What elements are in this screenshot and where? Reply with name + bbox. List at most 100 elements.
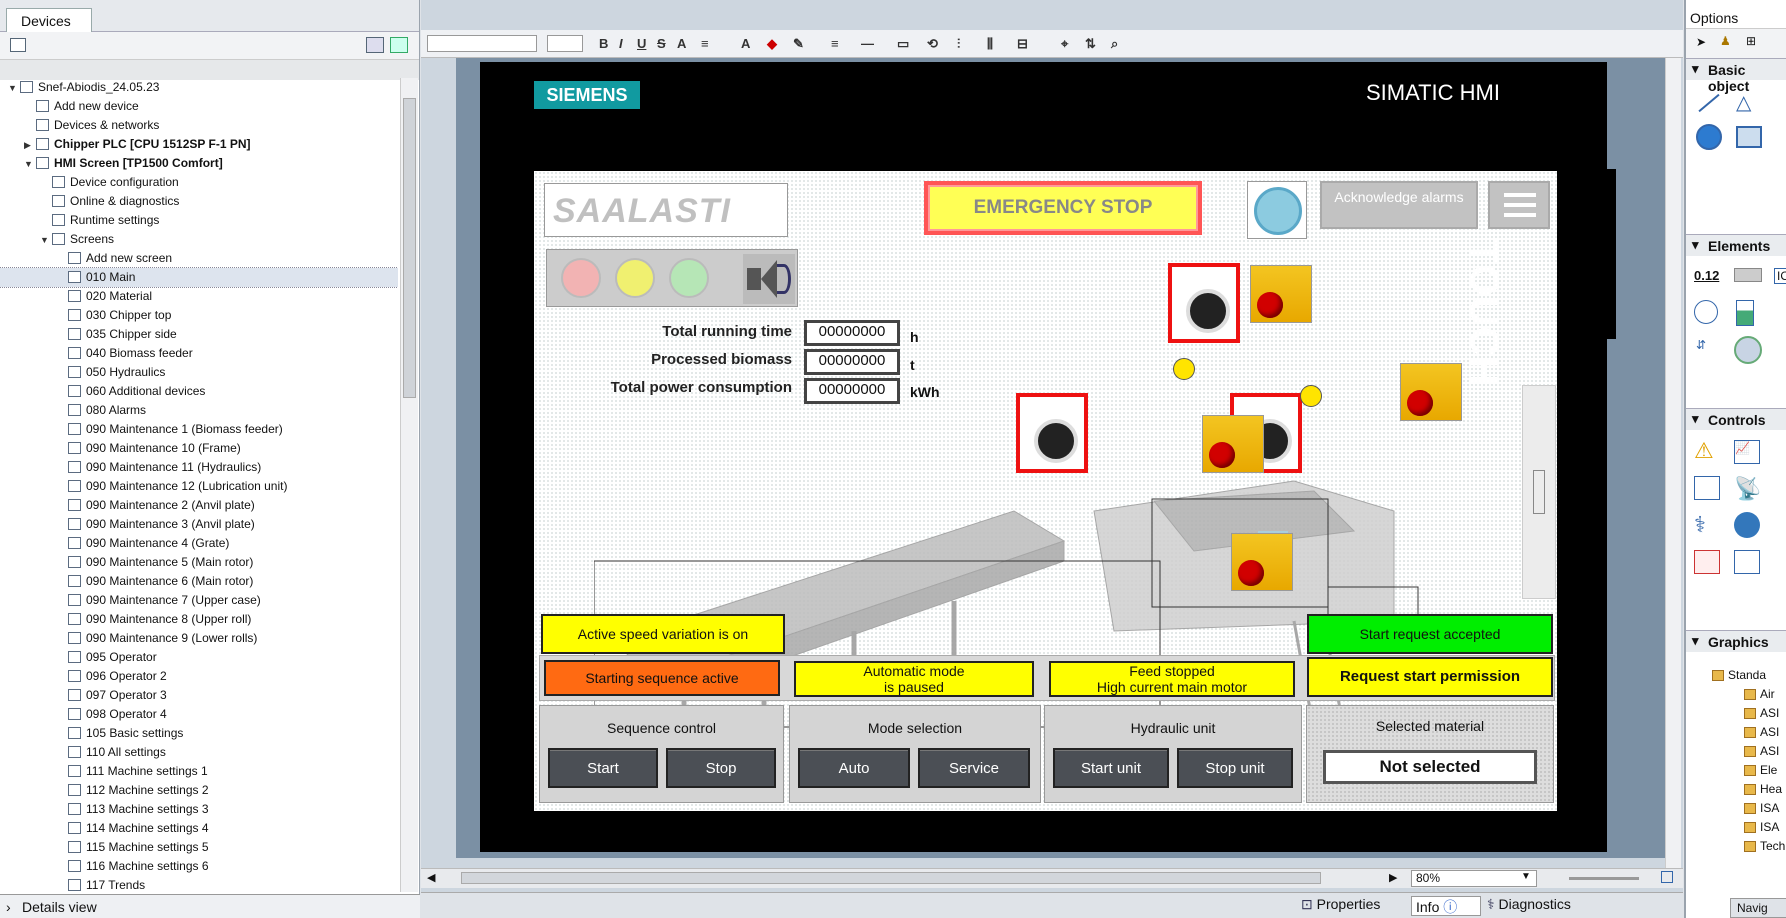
tree-item[interactable]: 116 Machine settings 6 [0, 857, 398, 876]
graphics-folder-item[interactable]: ASI [1760, 706, 1779, 720]
side-slider[interactable] [1522, 385, 1556, 599]
tab-devices[interactable]: Devices [6, 8, 92, 32]
tree-item[interactable]: 090 Maintenance 3 (Anvil plate) [0, 515, 398, 534]
tree-item[interactable]: 096 Operator 2 [0, 667, 398, 686]
font-select[interactable] [427, 35, 537, 52]
graphics-folder-item[interactable]: Hea [1760, 782, 1782, 796]
circle-icon[interactable] [1696, 124, 1722, 150]
tree-item[interactable]: 090 Maintenance 8 (Upper roll) [0, 610, 398, 629]
new-window-icon[interactable] [390, 37, 408, 53]
tree-item[interactable]: 080 Alarms [0, 401, 398, 420]
graphics-folder-item[interactable]: ISA [1760, 820, 1779, 834]
tab-properties[interactable]: ⊡ Properties [1301, 896, 1401, 916]
expand-arrow-icon[interactable]: ▶ [24, 136, 36, 155]
recipe-view-icon[interactable] [1694, 476, 1720, 500]
graphics-folder-item[interactable]: Ele [1760, 763, 1777, 777]
fit-screen-icon[interactable] [1661, 871, 1673, 883]
bold-icon[interactable]: B [599, 36, 608, 52]
main-switch-1-icon[interactable] [1168, 263, 1240, 343]
date-time-icon[interactable] [1694, 300, 1718, 324]
filter-tool-icon[interactable]: ⊞ [1746, 34, 1756, 48]
navigation-tab[interactable]: Navig [1730, 898, 1786, 918]
zoom-dropdown-icon[interactable]: ▼ [1521, 871, 1531, 882]
tree-item[interactable]: 090 Maintenance 10 (Frame) [0, 439, 398, 458]
tree-item[interactable]: Devices & networks [0, 116, 398, 135]
tree-item[interactable]: 111 Machine settings 1 [0, 762, 398, 781]
hydraulic-start-button[interactable]: Start unit [1053, 748, 1169, 788]
format-painter-icon[interactable]: ⌖ [1061, 36, 1068, 52]
line-style-icon[interactable]: ≡ [831, 36, 839, 52]
tab-info[interactable]: Info ⓘ [1411, 896, 1481, 916]
bar-icon[interactable] [1736, 300, 1754, 326]
controls-section[interactable]: Controls [1686, 408, 1786, 430]
estop-4-icon[interactable] [1231, 533, 1293, 591]
fill-color-icon[interactable]: ◆ [767, 36, 777, 52]
alarm-view-icon[interactable]: ⚠ [1694, 438, 1714, 464]
graphics-folder-item[interactable]: ASI [1760, 744, 1779, 758]
tree-item[interactable]: 113 Machine settings 3 [0, 800, 398, 819]
zoom-slider[interactable] [1569, 877, 1639, 880]
tree-item[interactable]: 098 Operator 4 [0, 705, 398, 724]
tree-item[interactable]: Online & diagnostics [0, 192, 398, 211]
tree-item[interactable]: 117 Trends [0, 876, 398, 892]
tree-item[interactable]: 095 Operator [0, 648, 398, 667]
tree-item[interactable]: 090 Maintenance 9 (Lower rolls) [0, 629, 398, 648]
select-tool-icon[interactable]: ➤ [1696, 35, 1706, 49]
diagnostics-view-icon[interactable]: ⚕ [1694, 512, 1706, 538]
italic-icon[interactable]: I [619, 36, 623, 52]
underline-icon[interactable]: U [637, 36, 646, 52]
tree-item[interactable]: 010 Main [0, 267, 398, 288]
tree-item[interactable]: 050 Hydraulics [0, 363, 398, 382]
tree-item[interactable]: 090 Maintenance 4 (Grate) [0, 534, 398, 553]
tree-item[interactable]: 090 Maintenance 7 (Upper case) [0, 591, 398, 610]
line-color-icon[interactable]: ✎ [793, 36, 804, 52]
tree-item[interactable]: 090 Maintenance 12 (Lubrication unit) [0, 477, 398, 496]
hmi-logo-icon[interactable] [1247, 181, 1307, 239]
tree-item[interactable]: 114 Machine settings 4 [0, 819, 398, 838]
io-field-icon[interactable]: 0.12 [1694, 268, 1719, 283]
font-size-icon[interactable]: A [677, 36, 686, 52]
expand-arrow-icon[interactable]: ▼ [8, 79, 20, 98]
acknowledge-alarms-button[interactable]: Acknowledge alarms [1320, 181, 1478, 229]
request-start-permission-button[interactable]: Request start permission [1307, 657, 1553, 697]
tree-item[interactable]: 020 Material [0, 287, 398, 306]
line-icon[interactable] [1698, 93, 1720, 113]
symbolic-io-icon[interactable]: IO [1774, 268, 1786, 284]
distribute-icon[interactable]: ⫼ [987, 36, 993, 52]
mode-auto-button[interactable]: Auto [798, 748, 910, 788]
polyline-icon[interactable]: △ [1736, 90, 1751, 115]
expand-arrow-icon[interactable]: ▼ [24, 155, 36, 174]
size-objects-icon[interactable]: ⊟ [1017, 36, 1028, 52]
sequence-stop-button[interactable]: Stop [666, 748, 776, 788]
editor-vscrollbar[interactable] [1665, 58, 1681, 868]
tree-item[interactable]: 090 Maintenance 2 (Anvil plate) [0, 496, 398, 515]
tree-item[interactable]: 035 Chipper side [0, 325, 398, 344]
line-width-icon[interactable]: — [861, 36, 874, 52]
sequence-start-button[interactable]: Start [548, 748, 658, 788]
button-icon[interactable] [1734, 268, 1762, 282]
tab-diagnostics[interactable]: ⚕ Diagnostics [1487, 896, 1597, 916]
plc-code-view-icon[interactable] [1734, 550, 1760, 574]
basic-objects-section[interactable]: Basic object [1686, 58, 1786, 94]
tree-item[interactable]: Add new device [0, 97, 398, 116]
hydraulic-stop-button[interactable]: Stop unit [1177, 748, 1293, 788]
trend-view-icon[interactable]: 📈 [1734, 440, 1760, 464]
tree-item[interactable]: ▼ HMI Screen [TP1500 Comfort] [0, 154, 398, 173]
strikethrough-icon[interactable]: S [657, 36, 666, 52]
graphics-folder-item[interactable]: Techn [1760, 839, 1786, 853]
graphics-section[interactable]: Graphics [1686, 630, 1786, 652]
zoom-select[interactable]: 80% [1411, 870, 1537, 887]
slider-icon[interactable]: ⇵ [1696, 338, 1718, 360]
tree-item[interactable]: 097 Operator 3 [0, 686, 398, 705]
tree-item[interactable]: 110 All settings [0, 743, 398, 762]
selected-material-value[interactable]: Not selected [1323, 750, 1537, 784]
tree-item[interactable]: ▼ Snef-Abiodis_24.05.23 [0, 78, 398, 97]
tree-item[interactable]: 030 Chipper top [0, 306, 398, 325]
arrange-icon[interactable]: ▭ [897, 36, 909, 52]
emergency-stop-button[interactable]: EMERGENCY STOP [924, 181, 1202, 235]
tree-item[interactable]: ▼ Screens [0, 230, 398, 249]
tree-item[interactable]: ▶ Chipper PLC [CPU 1512SP F-1 PN] [0, 135, 398, 154]
sm-table-icon[interactable]: 📡 [1734, 476, 1761, 502]
tree-item[interactable]: 090 Maintenance 5 (Main rotor) [0, 553, 398, 572]
tree-item[interactable]: 090 Maintenance 6 (Main rotor) [0, 572, 398, 591]
